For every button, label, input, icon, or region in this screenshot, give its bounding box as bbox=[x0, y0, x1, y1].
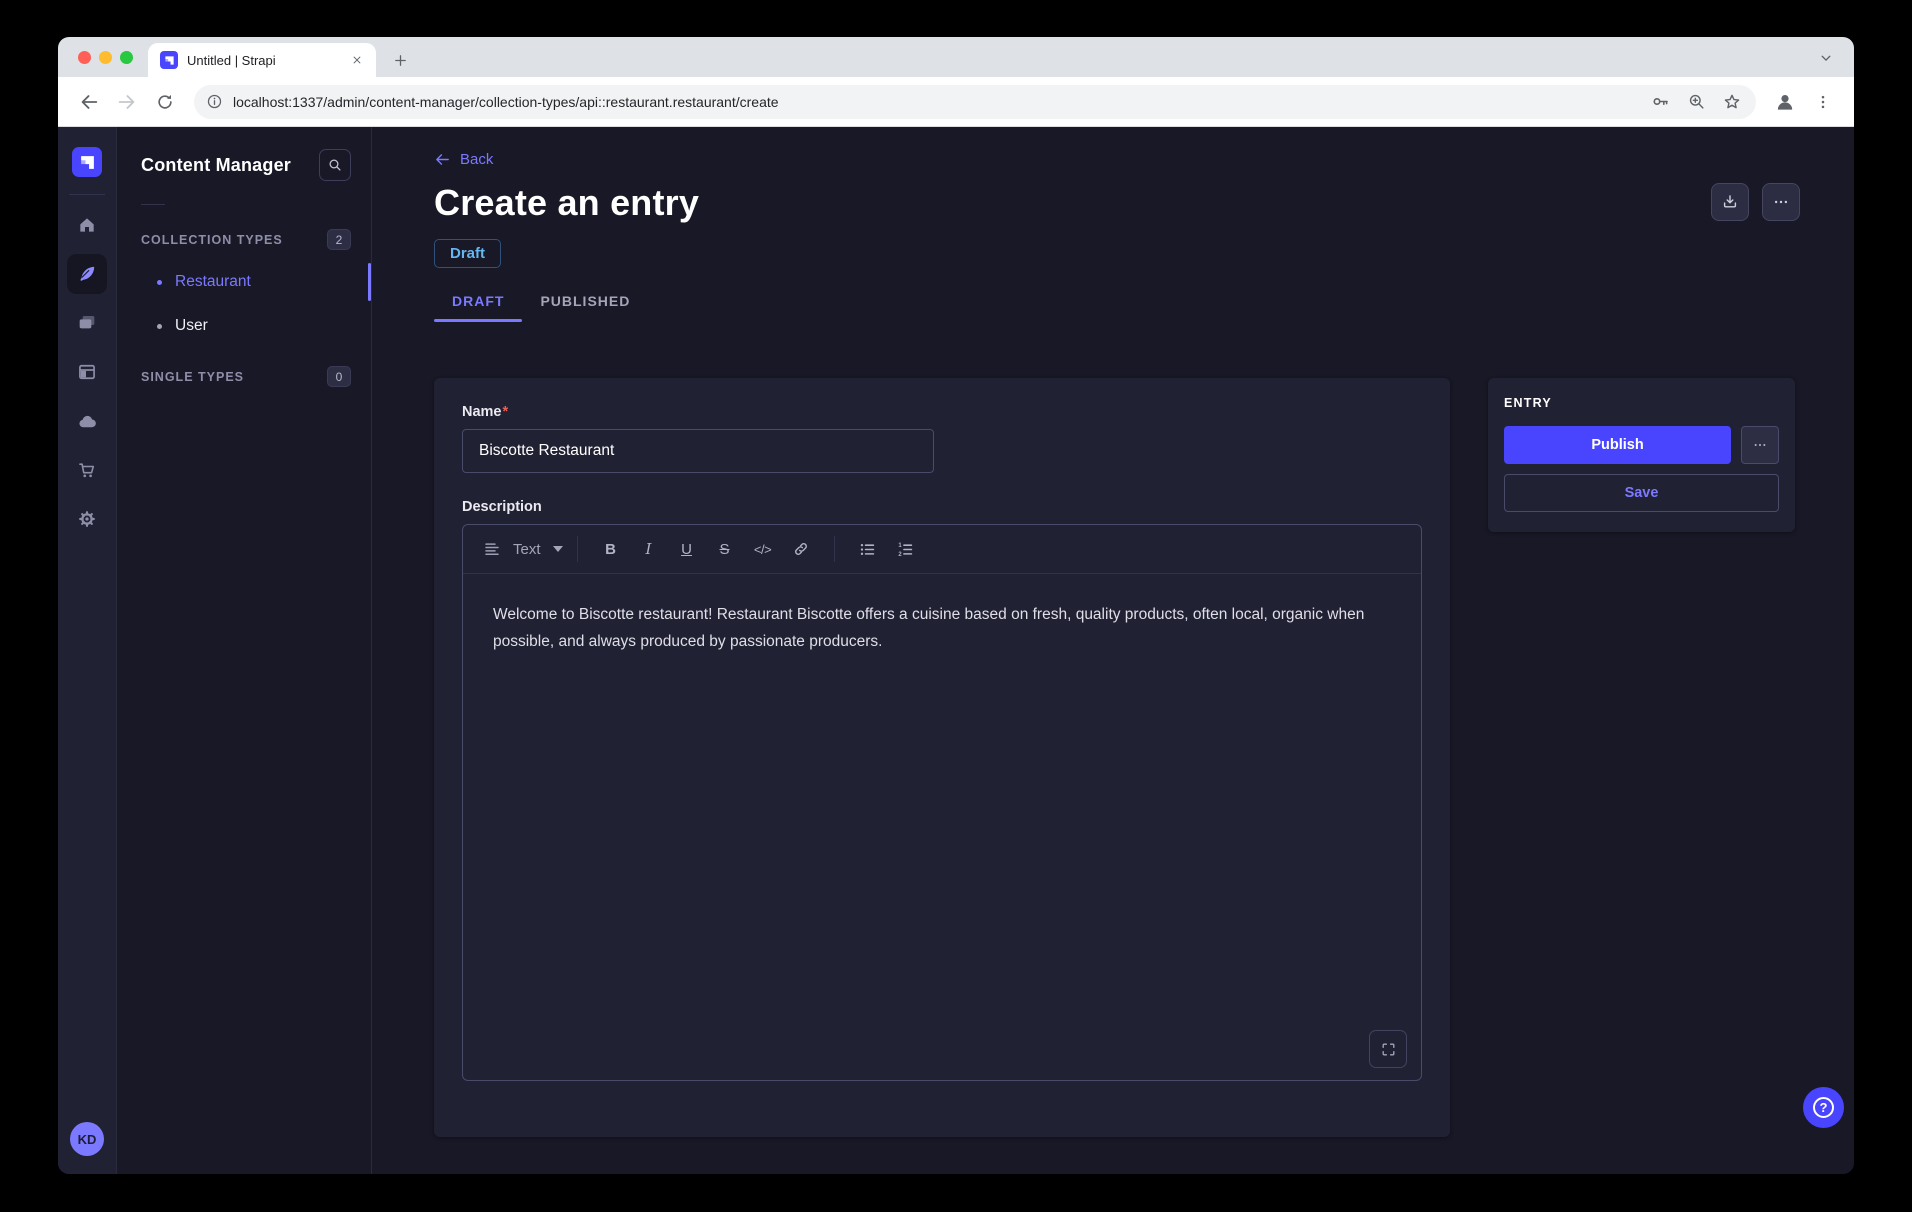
nav-media-library-icon[interactable] bbox=[67, 303, 107, 343]
back-nav-icon[interactable] bbox=[72, 85, 106, 119]
svg-text:2: 2 bbox=[898, 551, 902, 557]
subnav-item-user[interactable]: User bbox=[117, 304, 371, 348]
close-window-button[interactable] bbox=[78, 51, 91, 64]
active-item-indicator bbox=[368, 263, 371, 301]
password-key-icon[interactable] bbox=[1650, 91, 1671, 112]
block-type-dropdown[interactable]: Text bbox=[483, 540, 563, 558]
subnav-item-restaurant[interactable]: Restaurant bbox=[117, 260, 371, 304]
window-controls bbox=[78, 51, 133, 64]
minimize-window-button[interactable] bbox=[99, 51, 112, 64]
main-content: Back Create an entry Draft DRAFT PUBLISH… bbox=[372, 127, 1854, 1174]
tab-search-chevron-icon[interactable] bbox=[1812, 44, 1840, 72]
nav-content-type-builder-icon[interactable] bbox=[67, 352, 107, 392]
nav-marketplace-cart-icon[interactable] bbox=[67, 450, 107, 490]
expand-editor-button[interactable] bbox=[1369, 1030, 1407, 1068]
rich-text-editor: Text B I U S </> bbox=[462, 524, 1422, 1081]
block-type-label: Text bbox=[513, 541, 541, 558]
nav-home-icon[interactable] bbox=[67, 205, 107, 245]
browser-toolbar: localhost:1337/admin/content-manager/col… bbox=[58, 77, 1854, 127]
strapi-logo-icon[interactable] bbox=[72, 147, 102, 177]
bullet-icon bbox=[157, 324, 162, 329]
rail-divider bbox=[69, 194, 105, 195]
header-more-options-button[interactable] bbox=[1762, 183, 1800, 221]
single-types-count-badge: 0 bbox=[327, 366, 351, 387]
bold-button[interactable]: B bbox=[594, 532, 628, 566]
bookmark-star-icon[interactable] bbox=[1722, 92, 1742, 112]
svg-text:1: 1 bbox=[898, 543, 902, 549]
tab-title: Untitled | Strapi bbox=[187, 53, 348, 68]
subnav-divider bbox=[141, 204, 165, 205]
entry-panel: ENTRY Publish Save bbox=[1488, 378, 1795, 532]
page-title: Create an entry bbox=[434, 182, 1854, 224]
reload-icon[interactable] bbox=[148, 85, 182, 119]
main-nav-rail: KD bbox=[58, 127, 117, 1174]
tab-strip: Untitled | Strapi bbox=[58, 37, 1854, 77]
zoom-in-icon[interactable] bbox=[1687, 92, 1706, 111]
entry-panel-title: ENTRY bbox=[1504, 396, 1779, 410]
subnav-title: Content Manager bbox=[141, 155, 291, 176]
status-badge: Draft bbox=[434, 239, 501, 268]
toolbar-separator bbox=[834, 536, 835, 562]
tab-published[interactable]: PUBLISHED bbox=[522, 293, 648, 322]
site-info-icon[interactable] bbox=[206, 93, 223, 110]
url-text[interactable]: localhost:1337/admin/content-manager/col… bbox=[233, 94, 1634, 110]
search-button[interactable] bbox=[319, 149, 351, 181]
browser-menu-dots-icon[interactable] bbox=[1806, 85, 1840, 119]
entry-form-card: Name* Description Text B bbox=[434, 378, 1450, 1137]
nav-cloud-icon[interactable] bbox=[67, 401, 107, 441]
tab-close-icon[interactable] bbox=[348, 51, 366, 69]
toolbar-separator bbox=[577, 536, 578, 562]
nav-settings-gear-icon[interactable] bbox=[67, 499, 107, 539]
single-types-label: SINGLE TYPES bbox=[141, 370, 244, 384]
numbered-list-button[interactable]: 12 bbox=[889, 532, 923, 566]
strapi-favicon-icon bbox=[160, 51, 178, 69]
new-tab-button[interactable] bbox=[386, 46, 414, 74]
tab-draft[interactable]: DRAFT bbox=[434, 293, 522, 322]
code-button[interactable]: </> bbox=[746, 532, 780, 566]
strikethrough-button[interactable]: S bbox=[708, 532, 742, 566]
browser-window: Untitled | Strapi localhost:1337/admin bbox=[58, 37, 1854, 1174]
browser-tab[interactable]: Untitled | Strapi bbox=[148, 43, 376, 77]
bulleted-list-button[interactable] bbox=[851, 532, 885, 566]
chevron-down-icon bbox=[553, 546, 563, 552]
publish-button[interactable]: Publish bbox=[1504, 426, 1731, 464]
fullscreen-window-button[interactable] bbox=[120, 51, 133, 64]
required-asterisk: * bbox=[503, 404, 509, 420]
question-mark-icon: ? bbox=[1813, 1097, 1834, 1118]
user-avatar[interactable]: KD bbox=[70, 1122, 104, 1156]
subnav-item-label: Restaurant bbox=[175, 273, 251, 291]
underline-button[interactable]: U bbox=[670, 532, 704, 566]
back-link[interactable]: Back bbox=[434, 151, 1854, 168]
strapi-app: KD Content Manager COLLECTION TYPES 2 Re… bbox=[58, 127, 1854, 1174]
arrow-left-icon bbox=[434, 151, 451, 168]
paragraph-icon bbox=[483, 540, 501, 558]
bullet-icon bbox=[157, 280, 162, 285]
editor-content[interactable]: Welcome to Biscotte restaurant! Restaura… bbox=[463, 574, 1421, 682]
link-button[interactable] bbox=[784, 532, 818, 566]
help-button[interactable]: ? bbox=[1803, 1087, 1844, 1128]
collection-types-count-badge: 2 bbox=[327, 229, 351, 250]
draft-published-tabs: DRAFT PUBLISHED bbox=[434, 293, 1854, 322]
back-label: Back bbox=[460, 151, 493, 168]
italic-button[interactable]: I bbox=[632, 532, 666, 566]
url-bar[interactable]: localhost:1337/admin/content-manager/col… bbox=[194, 85, 1756, 119]
profile-avatar-icon[interactable] bbox=[1768, 85, 1802, 119]
name-input[interactable] bbox=[462, 429, 934, 473]
editor-toolbar: Text B I U S </> bbox=[463, 525, 1421, 574]
description-field-label: Description bbox=[462, 499, 1422, 515]
subnav-item-label: User bbox=[175, 317, 208, 335]
name-field-label: Name* bbox=[462, 404, 1422, 420]
export-download-button[interactable] bbox=[1711, 183, 1749, 221]
save-button[interactable]: Save bbox=[1504, 474, 1779, 512]
nav-content-manager-feather-icon[interactable] bbox=[67, 254, 107, 294]
content-manager-subnav: Content Manager COLLECTION TYPES 2 Resta… bbox=[117, 127, 372, 1174]
forward-nav-icon[interactable] bbox=[110, 85, 144, 119]
collection-types-label: COLLECTION TYPES bbox=[141, 233, 283, 247]
entry-more-options-button[interactable] bbox=[1741, 426, 1779, 464]
